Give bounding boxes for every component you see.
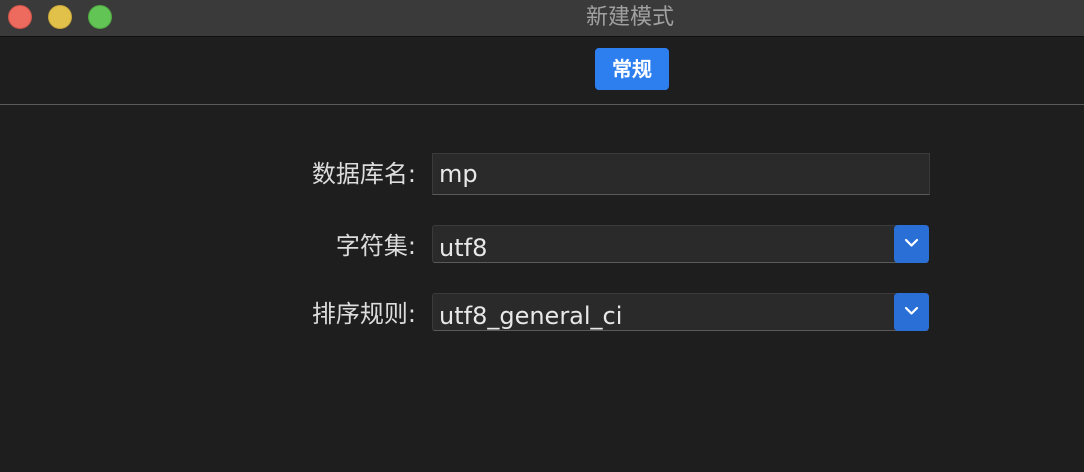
- charset-select[interactable]: utf8: [432, 225, 929, 263]
- chevron-down-icon: [904, 306, 919, 315]
- database-name-label: 数据库名:: [311, 160, 416, 188]
- collation-select[interactable]: utf8_general_ci: [432, 293, 929, 331]
- chevron-down-icon: [904, 238, 919, 247]
- database-name-row: 数据库名: mp: [0, 153, 1084, 195]
- charset-dropdown-button[interactable]: [894, 225, 929, 263]
- collation-row: 排序规则: utf8_general_ci: [0, 293, 1084, 335]
- new-schema-window: 新建模式 常规 数据库名: mp 字符集: utf8 排序规则: utf8_ge…: [0, 0, 1084, 472]
- collation-label: 排序规则:: [311, 300, 416, 328]
- database-name-field[interactable]: mp: [432, 153, 930, 195]
- charset-value: utf8: [439, 234, 488, 262]
- charset-row: 字符集: utf8: [0, 225, 1084, 267]
- tab-general[interactable]: 常规: [595, 48, 669, 90]
- toolbar: 常规: [0, 37, 1084, 105]
- collation-dropdown-button[interactable]: [894, 293, 929, 331]
- charset-label: 字符集:: [335, 232, 416, 260]
- window-title: 新建模式: [585, 5, 674, 30]
- collation-value: utf8_general_ci: [439, 302, 623, 330]
- title-bar: 新建模式: [0, 0, 1084, 37]
